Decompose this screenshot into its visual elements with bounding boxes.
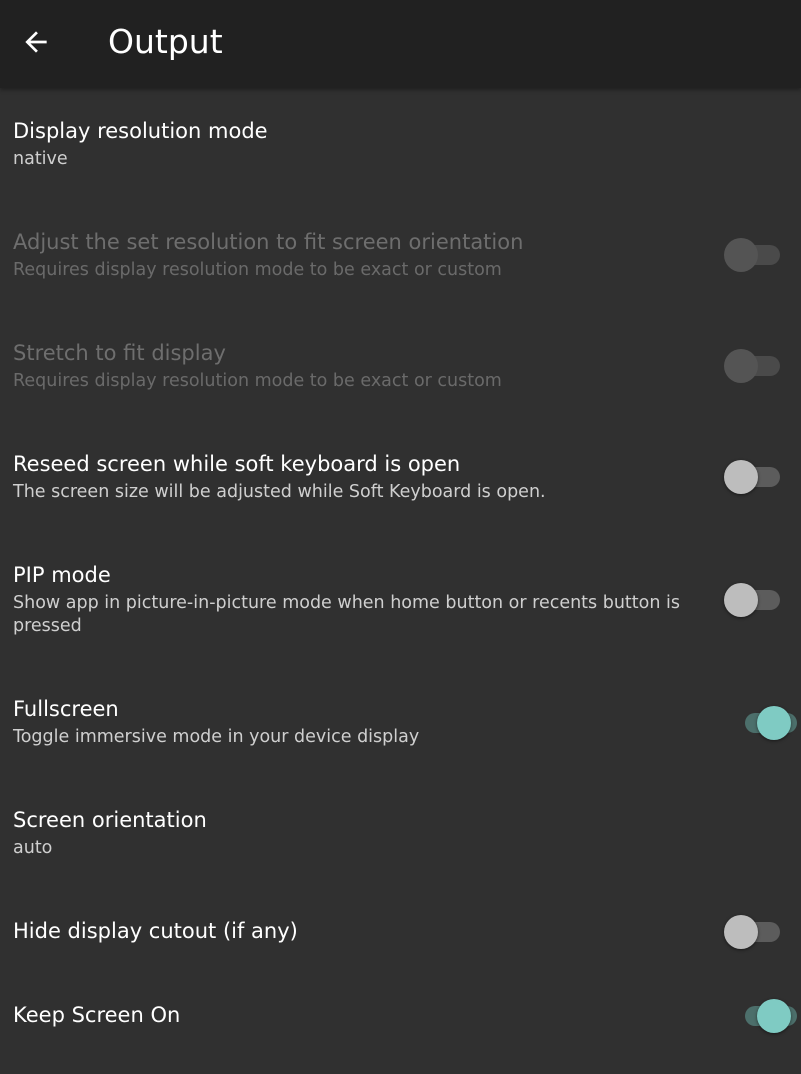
reseed-screen-switch[interactable] [724,457,782,494]
stretch-to-fit-switch[interactable] [724,346,782,383]
pip-mode-switch[interactable] [724,580,782,617]
switch-thumb [724,915,758,949]
arrow-left-icon [25,31,47,53]
switch-thumb [724,460,758,494]
setting-summary: Show app in picture-in-picture mode when… [13,593,680,636]
switch-thumb [757,706,791,740]
setting-title: Hide display cutout (if any) [13,919,298,943]
setting-title: Screen orientation [13,808,207,832]
setting-title: Adjust the set resolution to fit screen … [13,230,524,254]
setting-pip-mode[interactable]: PIP mode Show app in picture-in-picture … [0,532,801,666]
setting-summary: Requires display resolution mode to be e… [13,371,502,391]
setting-hide-display-cutout[interactable]: Hide display cutout (if any) [0,888,801,976]
setting-summary: The screen size will be adjusted while S… [13,482,546,502]
back-button[interactable] [8,14,64,70]
fullscreen-switch[interactable] [735,703,797,740]
setting-screen-orientation[interactable]: Screen orientation auto [0,777,801,888]
switch-thumb [724,349,758,383]
setting-display-resolution-mode[interactable]: Display resolution mode native [0,88,801,199]
setting-title: Stretch to fit display [13,341,226,365]
setting-adjust-resolution-orientation[interactable]: Adjust the set resolution to fit screen … [0,199,801,310]
setting-reseed-screen[interactable]: Reseed screen while soft keyboard is ope… [0,421,801,532]
setting-title: Display resolution mode [13,119,268,143]
keep-screen-on-switch[interactable] [735,996,797,1033]
app-bar: Output [0,0,801,88]
adjust-resolution-switch[interactable] [724,235,782,272]
setting-title: Fullscreen [13,697,119,721]
setting-title: PIP mode [13,563,111,587]
setting-summary: native [13,149,68,169]
switch-thumb [757,999,791,1033]
setting-title: Reseed screen while soft keyboard is ope… [13,452,461,476]
switch-thumb [724,238,758,272]
setting-summary: Toggle immersive mode in your device dis… [13,727,420,747]
page-title: Output [108,22,223,61]
setting-title: Keep Screen On [13,1003,181,1027]
setting-summary: Requires display resolution mode to be e… [13,260,502,280]
setting-summary: auto [13,838,53,858]
setting-stretch-to-fit[interactable]: Stretch to fit display Requires display … [0,310,801,421]
hide-cutout-switch[interactable] [724,912,782,949]
switch-thumb [724,583,758,617]
setting-fullscreen[interactable]: Fullscreen Toggle immersive mode in your… [0,666,801,777]
setting-keep-screen-on[interactable]: Keep Screen On [0,976,801,1074]
